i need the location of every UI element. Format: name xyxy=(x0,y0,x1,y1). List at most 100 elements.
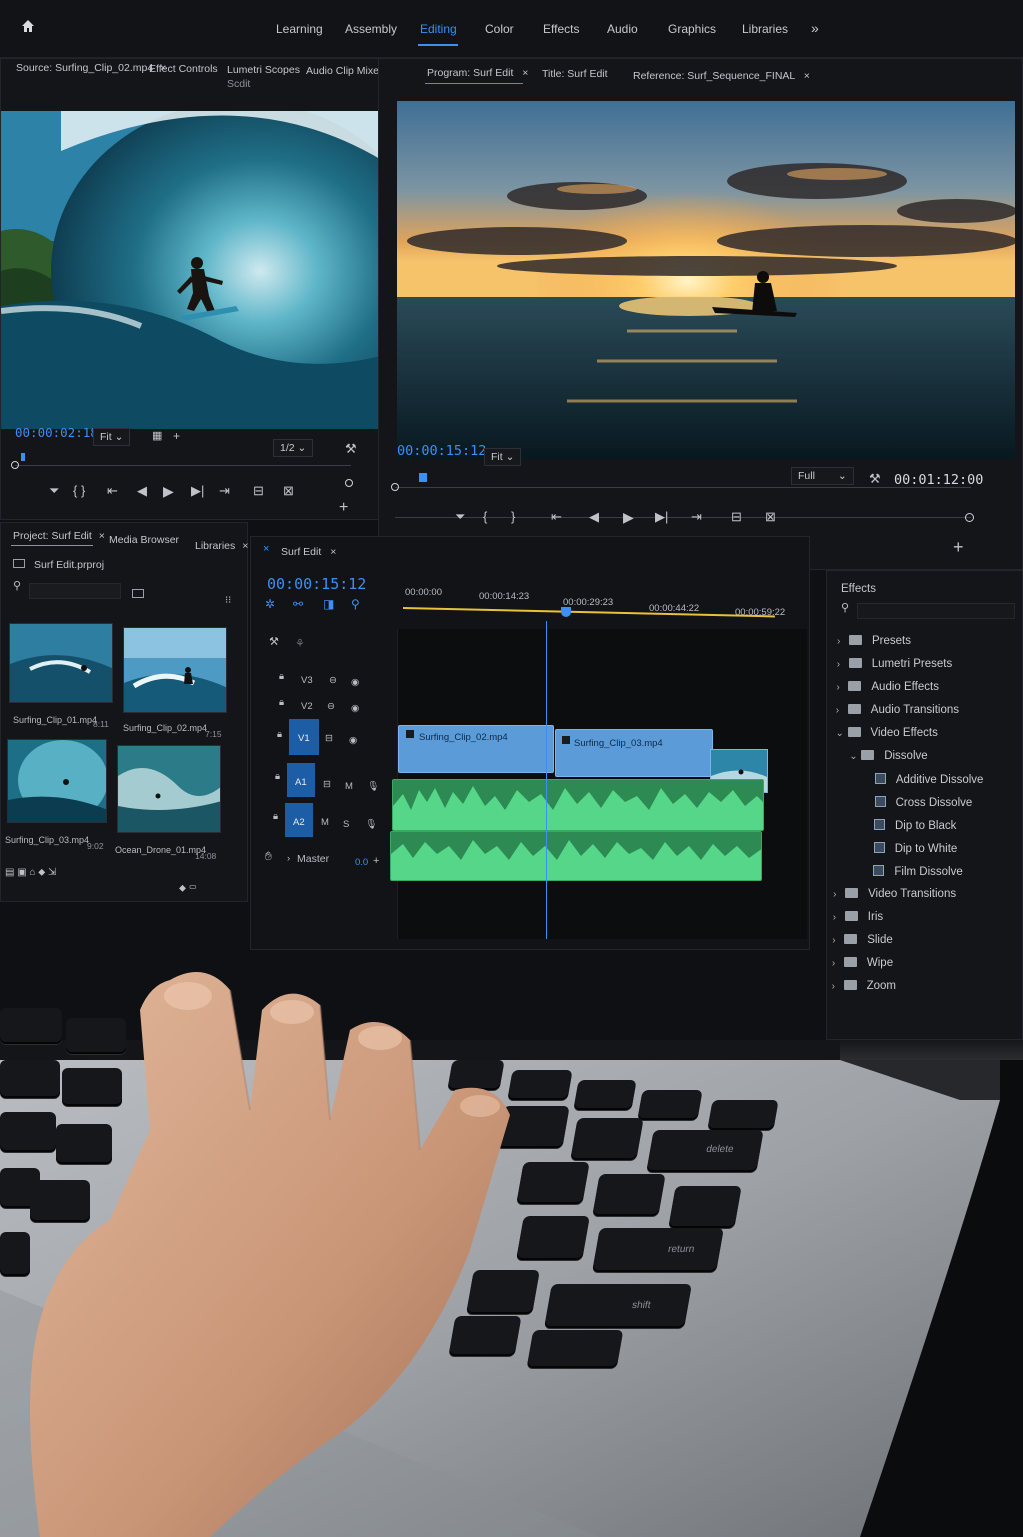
microphone-icon[interactable]: 🎙︎ xyxy=(367,781,379,792)
go-to-out-icon[interactable]: ⇥ xyxy=(219,483,230,499)
master-expand-icon[interactable]: › xyxy=(287,853,290,864)
workspace-tab-graphics[interactable]: Graphics xyxy=(668,22,716,36)
workspace-tab-editing[interactable]: Editing xyxy=(420,22,457,36)
insert-icon[interactable]: ⊟ xyxy=(253,483,264,499)
add-marker-icon[interactable]: + xyxy=(173,429,180,443)
tab-title[interactable]: Title: Surf Edit xyxy=(542,68,608,80)
effects-panel-title[interactable]: Effects xyxy=(841,583,876,595)
lock-icon[interactable]: 🔒︎ xyxy=(279,697,284,708)
keyboard-key[interactable] xyxy=(570,1118,644,1160)
chevron-right-icon[interactable]: › xyxy=(837,659,849,670)
tab-program[interactable]: Program: Surf Edit × xyxy=(427,67,528,79)
chevron-down-icon[interactable]: ⌄ xyxy=(849,751,861,762)
program-timecode[interactable]: 00:00:15:12 xyxy=(397,443,486,459)
track-label-v2[interactable]: V2 xyxy=(301,701,313,712)
lock-icon[interactable]: 🔒︎ xyxy=(277,729,282,740)
effects-folder[interactable]: › Presets xyxy=(837,635,911,647)
keyboard-key[interactable] xyxy=(573,1080,637,1110)
add-button-icon[interactable]: + xyxy=(953,537,964,558)
snap-icon[interactable]: ✲ xyxy=(265,597,275,611)
keyboard-key[interactable]: shift xyxy=(544,1284,692,1328)
workspace-tab-libraries[interactable]: Libraries xyxy=(742,22,788,36)
mark-in-icon[interactable]: { xyxy=(483,509,487,524)
step-forward-icon[interactable]: ▶| xyxy=(191,483,204,499)
workspace-tab-effects[interactable]: Effects xyxy=(543,22,579,36)
home-icon[interactable] xyxy=(20,18,36,34)
effects-folder[interactable]: › Lumetri Presets xyxy=(837,658,952,670)
tab-project[interactable]: Project: Surf Edit × xyxy=(13,530,105,542)
keyboard-key[interactable] xyxy=(668,1186,742,1228)
eye-icon[interactable]: ◉ xyxy=(349,735,357,746)
play-icon[interactable]: ▶ xyxy=(163,483,174,500)
project-item-thumbnail[interactable] xyxy=(7,739,107,823)
mute-button[interactable]: M xyxy=(321,817,329,828)
track-label-v3[interactable]: V3 xyxy=(301,675,313,686)
chevron-right-icon[interactable]: › xyxy=(837,636,849,647)
chevron-right-icon[interactable]: › xyxy=(833,889,845,900)
sync-icon[interactable]: ⊟ xyxy=(325,733,333,744)
tab-effect-controls[interactable]: Effect Controls xyxy=(149,63,218,75)
eye-icon[interactable]: ◉ xyxy=(351,677,359,688)
program-playhead[interactable] xyxy=(419,473,427,482)
source-timecode[interactable]: 00:00:02:18 xyxy=(15,425,98,440)
settings-grid-icon[interactable]: ▦ xyxy=(152,429,162,442)
timeline-settings-icon[interactable]: ⚲ xyxy=(351,597,360,611)
captions-icon[interactable]: ⚘ xyxy=(295,637,305,650)
overwrite-icon[interactable]: ⊠ xyxy=(283,483,294,499)
workspace-tab-color[interactable]: Color xyxy=(485,22,514,36)
close-icon[interactable]: × xyxy=(804,70,810,82)
wrench-icon[interactable]: ⚒ xyxy=(269,635,279,648)
effects-search-input[interactable] xyxy=(857,603,1015,619)
tab-source[interactable]: Source: Surfing_Clip_02.mp4 × xyxy=(16,62,166,74)
source-playhead[interactable] xyxy=(21,453,25,461)
keyboard-key[interactable] xyxy=(637,1090,703,1120)
microphone-icon[interactable]: 🎙︎ xyxy=(365,819,377,830)
lock-icon[interactable]: 🔒︎ xyxy=(273,811,278,822)
chevron-right-icon[interactable]: › xyxy=(832,958,844,969)
go-to-out-icon[interactable]: ⇥ xyxy=(691,509,702,525)
search-icon[interactable]: ⚲ xyxy=(841,601,849,614)
sync-icon[interactable]: ⊟ xyxy=(323,779,331,790)
project-item-thumbnail[interactable] xyxy=(117,745,221,833)
effects-item[interactable]: Film Dissolve xyxy=(861,865,963,878)
lock-icon[interactable]: 🔒︎ xyxy=(279,671,284,682)
add-track-icon[interactable]: + xyxy=(373,855,379,867)
video-clip[interactable]: Surfing_Clip_03.mp4 xyxy=(555,729,713,777)
effects-folder[interactable]: › Video Transitions xyxy=(833,888,956,900)
close-icon[interactable]: × xyxy=(330,546,336,558)
new-bin-icon[interactable] xyxy=(132,589,144,598)
close-icon[interactable]: × xyxy=(99,530,105,542)
hand-icon[interactable]: ✋︎ xyxy=(265,849,272,864)
sync-icon[interactable]: ⊖ xyxy=(329,675,337,686)
keyboard-key[interactable] xyxy=(707,1100,779,1130)
step-back-icon[interactable]: ◀ xyxy=(589,509,599,525)
chevron-right-icon[interactable]: › xyxy=(832,935,844,946)
tab-libraries[interactable]: Libraries × xyxy=(195,540,248,552)
timeline-playhead-handle[interactable] xyxy=(561,607,571,617)
add-marker-icon[interactable]: ◨ xyxy=(323,597,334,611)
close-icon[interactable]: × xyxy=(522,67,528,79)
sync-icon[interactable]: ⊖ xyxy=(327,701,335,712)
source-fit-dropdown[interactable]: Fit ⌄ xyxy=(93,428,131,446)
track-label-a2[interactable]: A2 xyxy=(293,817,305,828)
step-forward-icon[interactable]: ▶| xyxy=(655,509,668,525)
lock-icon[interactable]: 🔒︎ xyxy=(275,771,280,782)
master-volume-value[interactable]: 0.0 xyxy=(355,857,368,868)
close-icon[interactable]: × xyxy=(263,543,269,555)
new-item-icon[interactable]: ⬥ ▭ xyxy=(179,883,197,894)
project-search-input[interactable] xyxy=(29,583,121,599)
effects-item[interactable]: Cross Dissolve xyxy=(863,796,972,809)
tab-media-browser[interactable]: Media Browser xyxy=(109,534,179,546)
track-label-v1[interactable]: V1 xyxy=(298,733,310,744)
source-scrub-bar[interactable] xyxy=(11,453,353,487)
extract-icon[interactable]: ⊠ xyxy=(765,509,776,525)
mark-out-icon[interactable]: } xyxy=(511,509,515,524)
workspace-tab-learning[interactable]: Learning xyxy=(276,22,323,36)
chevron-right-icon[interactable]: › xyxy=(833,912,845,923)
effects-folder[interactable]: › Slide xyxy=(832,934,893,946)
effects-item[interactable]: Dip to White xyxy=(862,842,957,855)
effects-item[interactable]: Additive Dissolve xyxy=(863,773,983,786)
effects-folder[interactable]: › Audio Transitions xyxy=(836,704,959,716)
close-icon[interactable]: × xyxy=(242,540,248,552)
keyboard-key[interactable]: delete xyxy=(646,1130,764,1172)
